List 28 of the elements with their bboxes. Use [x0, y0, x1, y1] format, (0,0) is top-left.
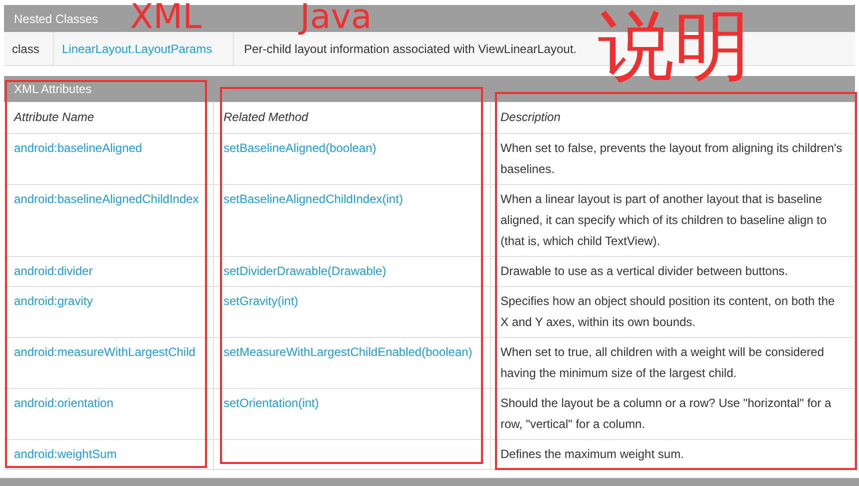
description-text: Drawable to use as a vertical divider between buttons. [500, 264, 788, 278]
method-link[interactable]: setDividerDrawable(Drawable) [224, 264, 386, 278]
method-link[interactable]: setBaselineAligned(boolean) [224, 140, 376, 154]
description-text: When a linear layout is part of another layout that is baseline aligned, it can specify which of its children to baseline align to (that is, which child TextView). [500, 192, 827, 248]
method-link[interactable]: setBaselineAlignedChildIndex(int) [224, 192, 403, 206]
description-cell-text: Per-child layout information associated with ViewLinearLayout. [243, 40, 578, 58]
attribute-link[interactable]: android:orientation [14, 396, 114, 410]
description-text: When set to true, all children with a weight will be considered having the minimum size of the largest child. [500, 344, 824, 380]
method-link[interactable]: setGravity(int) [224, 294, 298, 308]
description-text: Defines the maximum weight sum. [500, 446, 684, 460]
handwritten-annotation: Java [300, 0, 372, 34]
description-text: Should the layout be a column or a row? Use "horizontal" for a row, "vertical" for a column. [500, 396, 832, 430]
method-link[interactable]: setOrientation(int) [224, 396, 319, 410]
attribute-link[interactable]: android:gravity [14, 294, 93, 308]
attribute-link[interactable]: android:baselineAlignedChildIndex [14, 192, 199, 206]
attribute-link[interactable]: android:divider [14, 264, 93, 278]
handwritten-annotation: XML [130, 0, 202, 34]
column-header: Related Method [213, 102, 490, 133]
type-cell: class [4, 32, 54, 65]
attribute-link[interactable]: android:weightSum [14, 446, 117, 460]
class-link[interactable]: LinearLayout.LayoutParams [54, 32, 234, 65]
method-link[interactable]: setMeasureWithLargestChildEnabled(boolean) [224, 344, 472, 358]
attribute-link[interactable]: android:baselineAligned [14, 140, 142, 154]
description-text: When set to false, prevents the layout from aligning its children's baselines. [500, 140, 842, 176]
column-header: Attribute Name [4, 102, 213, 133]
column-header: Description [490, 102, 854, 133]
attribute-link[interactable]: android:measureWithLargestChild [14, 344, 196, 358]
description-text: Specifies how an object should position its content, on both the X and Y axes, within its own bounds. [500, 294, 835, 328]
